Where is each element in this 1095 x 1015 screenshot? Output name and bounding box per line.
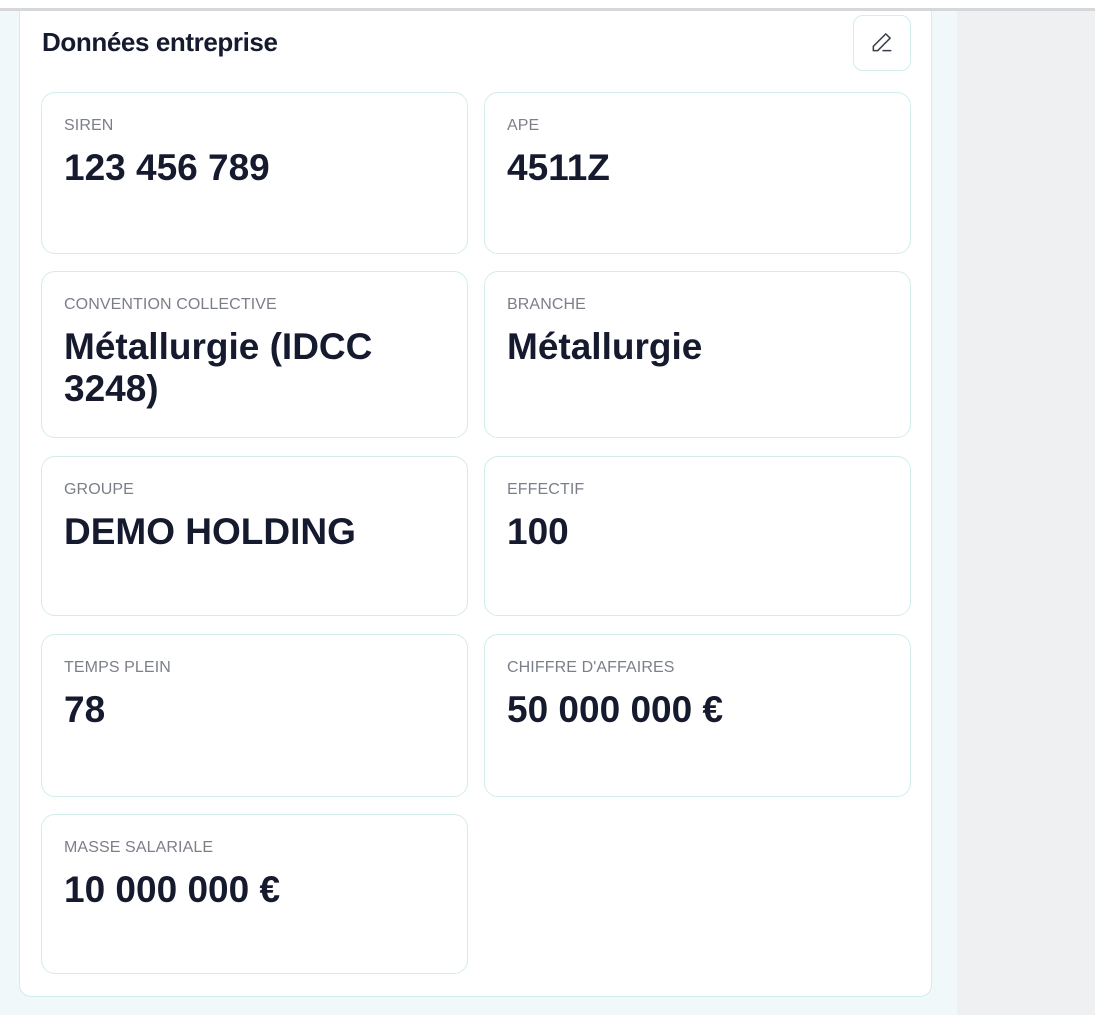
field-label: TEMPS PLEIN [64,659,171,676]
company-data-panel: Données entreprise SIREN 123 456 789 APE… [0,11,957,1015]
field-ape: APE 4511Z [484,92,911,254]
field-value: DEMO HOLDING [64,511,356,552]
field-value: 10 000 000 € [64,869,281,910]
field-label: APE [507,117,540,134]
field-value: 100 [507,511,569,552]
field-value: 78 [64,689,106,730]
field-effectif: EFFECTIF 100 [484,456,911,616]
field-branche: BRANCHE Métallurgie [484,271,911,438]
field-value: 123 456 789 [64,147,270,188]
field-convention-collective: CONVENTION COLLECTIVE Métallurgie (IDCC … [41,271,468,438]
field-value: Métallurgie (IDCC 3248) [64,326,373,409]
field-temps-plein: TEMPS PLEIN 78 [41,634,468,797]
edit-button[interactable] [853,15,911,71]
field-label: SIREN [64,117,114,134]
field-label: EFFECTIF [507,481,585,498]
field-label: CONVENTION COLLECTIVE [64,296,277,313]
field-value: Métallurgie [507,326,703,367]
pencil-icon [869,29,895,58]
company-data-card: Données entreprise SIREN 123 456 789 APE… [19,11,932,997]
field-chiffre-affaires: CHIFFRE D'AFFAIRES 50 000 000 € [484,634,911,797]
field-label: GROUPE [64,481,134,498]
right-gutter [957,11,1095,1015]
field-value: 4511Z [507,147,610,188]
field-masse-salariale: MASSE SALARIALE 10 000 000 € [41,814,468,974]
field-label: MASSE SALARIALE [64,839,214,856]
field-siren: SIREN 123 456 789 [41,92,468,254]
field-value: 50 000 000 € [507,689,724,730]
field-groupe: GROUPE DEMO HOLDING [41,456,468,616]
field-label: BRANCHE [507,296,586,313]
section-title: Données entreprise [42,27,278,57]
field-label: CHIFFRE D'AFFAIRES [507,659,675,676]
